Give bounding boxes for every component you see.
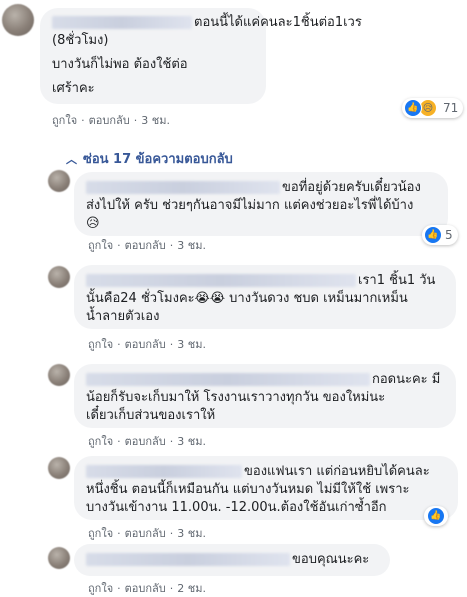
comment-text-line: ขอที่อยู่ด้วยครับเดี๋ยวน้อง (282, 180, 421, 195)
comment-text-line: หนึ่งชิ้น ตอนนี้ก็เหมือนกัน แต่บางวันหมด… (86, 482, 410, 497)
like-link[interactable]: ถูกใจ (88, 338, 113, 351)
comment-text-line: ของแฟนเรา แต่ก่อนหยิบได้คนละ (244, 464, 430, 479)
timestamp[interactable]: 2 ชม. (177, 582, 206, 595)
hide-replies-button[interactable]: ︿ ซ่อน 17 ข้อความตอบกลับ (66, 148, 233, 169)
reply-link[interactable]: ตอบกลับ (125, 527, 166, 540)
timestamp[interactable]: 3 ชม. (177, 338, 206, 351)
avatar[interactable] (48, 364, 70, 386)
reaction-summary[interactable]: 👍 (424, 506, 448, 526)
comment-bubble: เรา1 ชิ้น1 วัน นั้นคือ24 ชั่วโมงคะ😭😭 บาง… (74, 265, 456, 329)
like-link[interactable]: ถูกใจ (88, 527, 113, 540)
comment-text-line: กอดนะคะ มี (372, 372, 441, 387)
like-link[interactable]: ถูกใจ (52, 114, 77, 127)
avatar[interactable] (48, 457, 70, 479)
comment-text-line: เรา1 ชิ้น1 วัน (358, 273, 436, 288)
like-link[interactable]: ถูกใจ (88, 239, 113, 252)
comment-text-line: ส่งไปให้ ครับ ช่วยๆกันอาจมีไม่มาก แต่คงช… (86, 198, 414, 213)
reaction-summary[interactable]: 👍 5 (422, 225, 458, 245)
comment-actions: ถูกใจ · ตอบกลับ · 3 ชม. (88, 239, 206, 252)
author-name[interactable] (86, 553, 290, 566)
comment-bubble: ของแฟนเรา แต่ก่อนหยิบได้คนละ หนึ่งชิ้น ต… (74, 456, 458, 520)
comment-bubble: ตอนนี้ได้แค่คนละ1ชิ้นต่อ1เวร (8ชั่วโมง) … (40, 8, 362, 104)
comment-text-line: ตอนนี้ได้แค่คนละ1ชิ้นต่อ1เวร (194, 15, 362, 30)
avatar[interactable] (48, 547, 70, 569)
comment-bubble: ขอที่อยู่ด้วยครับเดี๋ยวน้อง ส่งไปให้ ครั… (74, 172, 448, 236)
author-name[interactable] (86, 181, 280, 194)
timestamp[interactable]: 3 ชม. (177, 527, 206, 540)
comment-text-line: น้ำลายตัวเอง (86, 309, 160, 324)
comment-bubble: ขอบคุณนะคะ (74, 544, 390, 576)
comment-text-line: บางวันก็ไม่พอ ต้องใช้ต่อ (52, 57, 188, 72)
reaction-summary[interactable]: 👍 😥 71 (402, 98, 464, 118)
comment-text-line: นั้นคือ24 ชั่วโมงคะ😭😭 บางวันดวง ชบด เหม็… (86, 291, 408, 306)
author-name[interactable] (86, 373, 370, 386)
author-name[interactable] (52, 16, 192, 29)
comment-text-line: ขอบคุณนะคะ (292, 552, 370, 567)
comment-text-line: เดี๋ยวเก็บส่วนของเราให้ (86, 408, 216, 423)
like-link[interactable]: ถูกใจ (88, 435, 113, 448)
sad-face-icon: 😥 (86, 216, 100, 231)
comment-text-line: เศร้าคะ (52, 81, 95, 96)
chevron-up-icon: ︿ (66, 153, 77, 166)
comment-actions: ถูกใจ · ตอบกลับ · 2 ชม. (88, 582, 206, 595)
author-name[interactable] (86, 465, 242, 478)
timestamp[interactable]: 3 ชม. (141, 114, 170, 127)
reply-link[interactable]: ตอบกลับ (125, 435, 166, 448)
comment-actions: ถูกใจ · ตอบกลับ · 3 ชม. (88, 338, 206, 351)
avatar[interactable] (48, 266, 70, 288)
avatar[interactable] (2, 4, 34, 36)
timestamp[interactable]: 3 ชม. (177, 239, 206, 252)
reaction-count: 71 (443, 101, 459, 115)
reply-link[interactable]: ตอบกลับ (125, 239, 166, 252)
reaction-count: 5 (445, 228, 453, 242)
comment-text-line: (8ชั่วโมง) (52, 33, 109, 48)
comment-text-line: น้อยก็รับจะเก็บมาให้ โรงงานเราวางทุกวัน … (86, 390, 386, 405)
thumbs-up-icon: 👍 (424, 226, 442, 244)
like-link[interactable]: ถูกใจ (88, 582, 113, 595)
comment-actions: ถูกใจ · ตอบกลับ · 3 ชม. (52, 114, 170, 127)
avatar[interactable] (48, 170, 70, 192)
thumbs-up-icon: 👍 (427, 507, 445, 525)
comment-actions: ถูกใจ · ตอบกลับ · 3 ชม. (88, 435, 206, 448)
reply-link[interactable]: ตอบกลับ (89, 114, 130, 127)
hide-replies-label: ซ่อน 17 ข้อความตอบกลับ (83, 152, 233, 167)
author-name[interactable] (86, 274, 356, 287)
reply-link[interactable]: ตอบกลับ (125, 338, 166, 351)
thumbs-up-icon: 👍 (404, 99, 422, 117)
comment-actions: ถูกใจ · ตอบกลับ · 3 ชม. (88, 527, 206, 540)
comment-bubble: กอดนะคะ มี น้อยก็รับจะเก็บมาให้ โรงงานเร… (74, 364, 456, 428)
comment-text-line: บางวันเข้างาน 11.00น. -12.00น.ต้องใช้อัน… (86, 500, 387, 515)
reply-link[interactable]: ตอบกลับ (125, 582, 166, 595)
timestamp[interactable]: 3 ชม. (177, 435, 206, 448)
